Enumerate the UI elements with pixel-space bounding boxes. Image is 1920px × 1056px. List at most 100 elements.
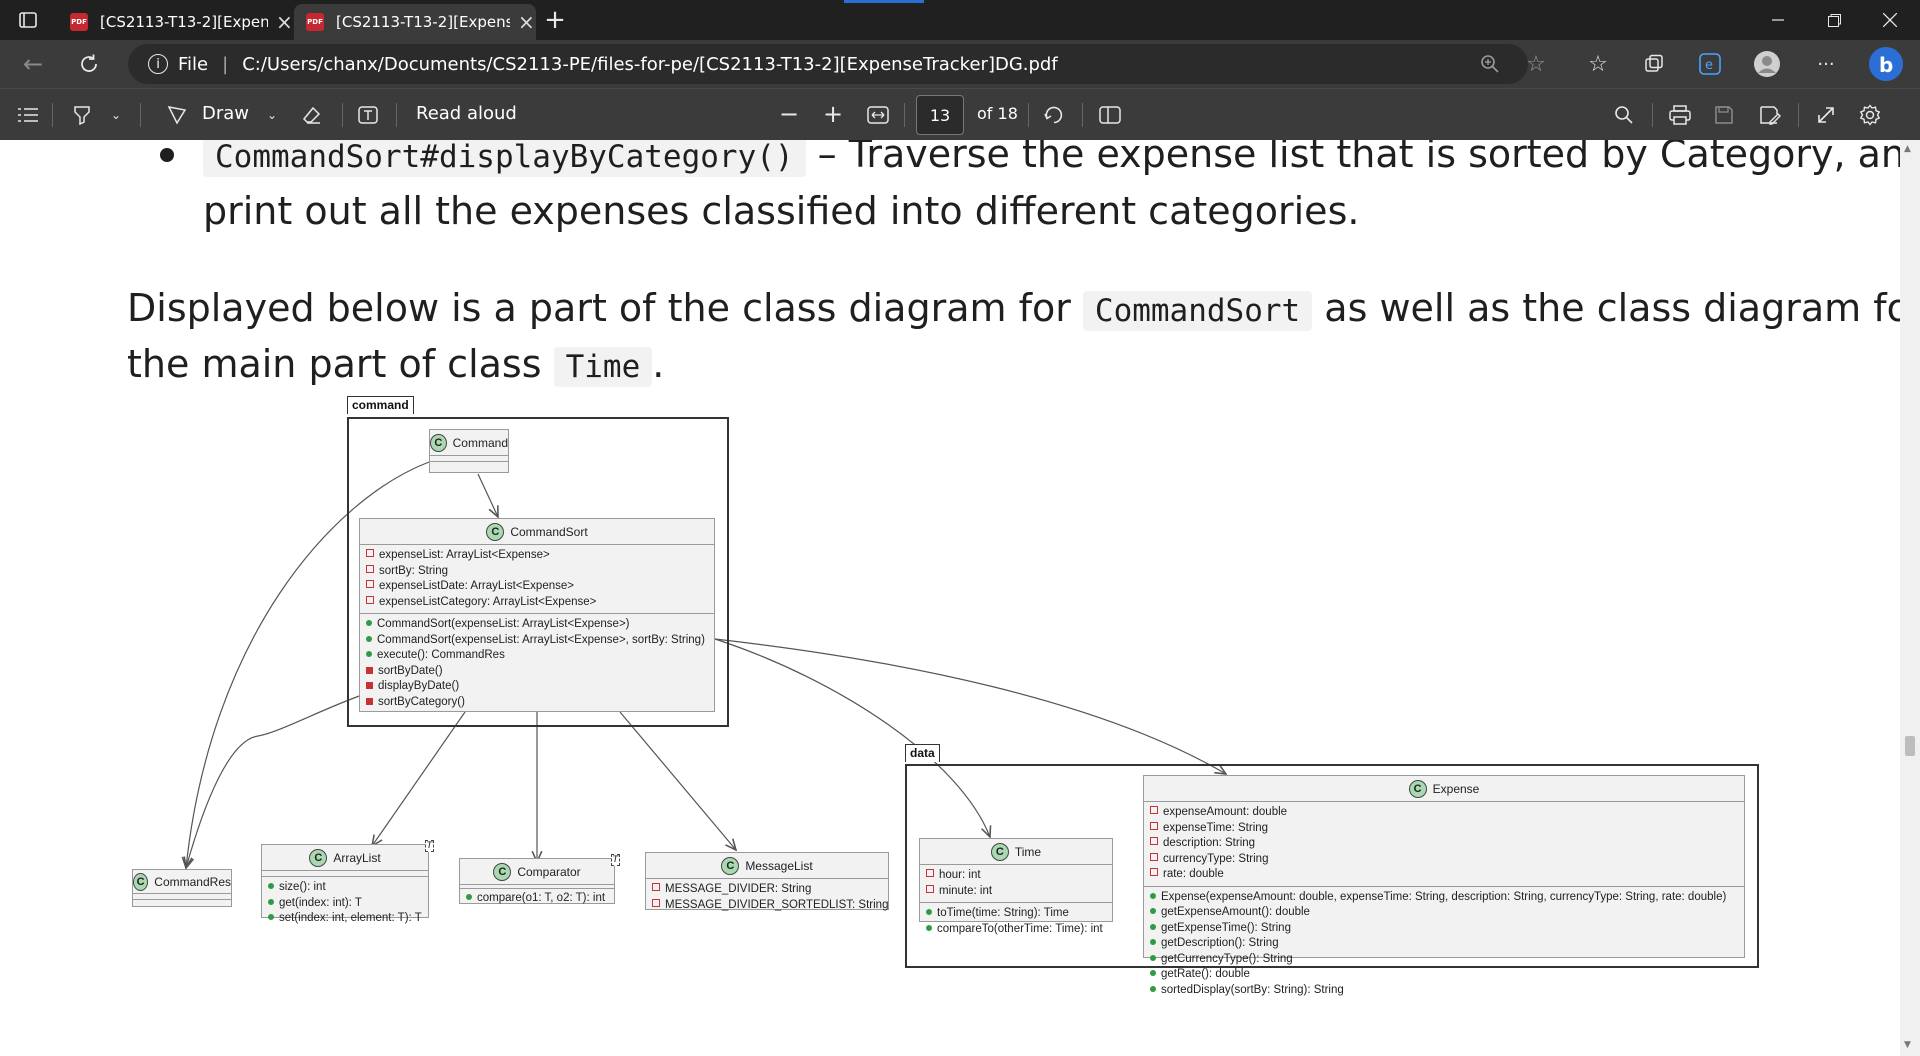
scrollbar[interactable]: ▲ ▼ <box>1900 140 1920 1056</box>
class-header: C ArrayList <box>262 845 428 871</box>
tab-title: [CS2113-T13-2][ExpenseTracker]DG.pdf <box>100 13 268 31</box>
search-icon[interactable] <box>1610 103 1638 127</box>
tab-title: [CS2113-T13-2][ExpenseTracker]DG.pdf <box>336 13 510 31</box>
class-c-icon: C <box>493 862 512 881</box>
minimize-button[interactable] <box>1758 6 1798 34</box>
page-view-icon[interactable] <box>1096 103 1124 127</box>
toolbar-separator <box>52 103 53 127</box>
svg-text:b: b <box>1879 53 1893 77</box>
class-diagram: command data C Command C CommandSort expen… <box>0 140 1900 1056</box>
save-as-icon[interactable] <box>1756 103 1784 127</box>
method: displayByDate() <box>366 679 708 695</box>
field: rate: double <box>1150 867 1738 883</box>
read-aloud-button[interactable]: Read aloud <box>416 103 517 124</box>
new-tab-button[interactable]: + <box>540 5 570 35</box>
draw-icon[interactable] <box>164 103 190 127</box>
class-c-icon: C <box>1408 779 1427 798</box>
method: sortByDate() <box>366 664 708 680</box>
method: compare(o1: T, o2: T): int <box>466 891 608 907</box>
tab-pdf-1[interactable]: PDF [CS2113-T13-2][ExpenseTracker]DG.pdf… <box>58 4 294 40</box>
method: getExpenseAmount(): double <box>1150 905 1738 921</box>
field: sortBy: String <box>366 564 708 580</box>
add-favorite-icon[interactable]: ☆ <box>1522 52 1550 77</box>
more-menu-icon[interactable]: ··· <box>1812 52 1840 76</box>
method: getCurrencyType(): String <box>1150 952 1738 968</box>
toolbar-separator <box>1028 103 1029 127</box>
svg-text:e: e <box>1705 58 1713 73</box>
refresh-button[interactable] <box>74 50 104 78</box>
scroll-thumb[interactable] <box>1905 736 1915 756</box>
page-total: of 18 <box>977 104 1018 123</box>
chevron-down-icon[interactable]: ⌄ <box>106 105 126 125</box>
current-page: 13 <box>929 105 951 125</box>
fit-width-icon[interactable] <box>864 103 892 127</box>
method: execute(): CommandRes <box>366 648 708 664</box>
class-fields: MESSAGE_DIVIDER: String MESSAGE_DIVIDER_… <box>646 879 888 916</box>
field: expenseList: ArrayList<Expense> <box>366 548 708 564</box>
url-bar[interactable]: i File | C:/Users/chanx/Documents/CS2113… <box>128 44 1528 84</box>
method: compareTo(otherTime: Time): int <box>926 922 1106 938</box>
internet-explorer-icon[interactable]: e <box>1696 52 1724 76</box>
field: minute: int <box>926 884 1106 900</box>
class-expense: C Expense expenseAmount: double expenseTi… <box>1143 775 1745 996</box>
class-c-icon: C <box>721 856 740 875</box>
class-name: Command <box>452 435 508 450</box>
class-c-icon: C <box>133 872 149 891</box>
zoom-in-button[interactable]: + <box>820 100 846 128</box>
settings-gear-icon[interactable] <box>1856 103 1884 127</box>
method: toTime(time: String): Time <box>926 906 1106 922</box>
chevron-down-icon[interactable]: ⌄ <box>262 105 282 125</box>
zoom-out-button[interactable]: − <box>776 100 802 128</box>
class-comparator: C Comparator compare(o1: T, o2: T): int <box>459 858 615 904</box>
class-commandres: C CommandRes <box>132 869 232 907</box>
field: description: String <box>1150 836 1738 852</box>
field: expenseAmount: double <box>1150 805 1738 821</box>
text-box-icon[interactable] <box>354 103 382 127</box>
close-window-button[interactable] <box>1870 6 1910 34</box>
close-icon[interactable]: × <box>518 10 535 34</box>
class-command: C Command <box>429 429 509 473</box>
favorites-icon[interactable]: ☆ <box>1584 52 1612 77</box>
back-button[interactable]: ← <box>18 50 48 78</box>
pdf-page: CommandSort#displayByCategory() – Traver… <box>0 140 1900 1056</box>
collections-icon[interactable] <box>1640 52 1668 76</box>
restore-button[interactable] <box>1814 6 1854 34</box>
class-header: C Comparator <box>460 859 614 885</box>
url-text[interactable]: C:/Users/chanx/Documents/CS2113-PE/files… <box>242 54 1057 75</box>
bing-copilot-icon[interactable]: b <box>1866 44 1906 84</box>
class-c-icon: C <box>990 842 1009 861</box>
rotate-icon[interactable] <box>1040 103 1068 127</box>
generic-type-badge: T <box>425 840 434 852</box>
tab-pdf-2[interactable]: PDF [CS2113-T13-2][ExpenseTracker]DG.pdf… <box>294 4 536 40</box>
class-name: Comparator <box>517 864 581 879</box>
contents-icon[interactable] <box>14 103 42 127</box>
fullscreen-icon[interactable] <box>1812 103 1840 127</box>
package-command-label: command <box>347 396 414 414</box>
zoom-icon[interactable] <box>1476 52 1504 76</box>
method: get(index: int): T <box>268 896 422 912</box>
toolbar-separator <box>140 103 141 127</box>
tab-indicator <box>844 0 924 3</box>
scroll-down-arrow[interactable]: ▼ <box>1904 1040 1911 1050</box>
eraser-icon[interactable] <box>298 103 326 127</box>
url-divider: | <box>222 53 229 75</box>
print-icon[interactable] <box>1666 103 1694 127</box>
save-icon <box>1710 103 1738 127</box>
class-name: CommandSort <box>510 524 588 539</box>
draw-button[interactable]: Draw <box>202 103 249 124</box>
class-c-icon: C <box>309 848 328 867</box>
scroll-up-arrow[interactable]: ▲ <box>1904 144 1911 154</box>
info-icon[interactable]: i <box>148 54 168 74</box>
class-header: C Time <box>920 839 1112 865</box>
class-section <box>133 894 231 900</box>
toolbar-separator <box>904 103 905 127</box>
page-number-input[interactable]: 13 <box>916 95 964 135</box>
close-icon[interactable]: × <box>276 10 293 34</box>
class-name: Time <box>1014 844 1042 859</box>
profile-avatar[interactable] <box>1752 50 1782 78</box>
highlight-icon[interactable] <box>68 103 96 127</box>
toolbar-separator <box>396 103 397 127</box>
generic-type-badge: T <box>611 854 620 866</box>
tab-actions-icon[interactable] <box>14 8 42 32</box>
method: getExpenseTime(): String <box>1150 921 1738 937</box>
